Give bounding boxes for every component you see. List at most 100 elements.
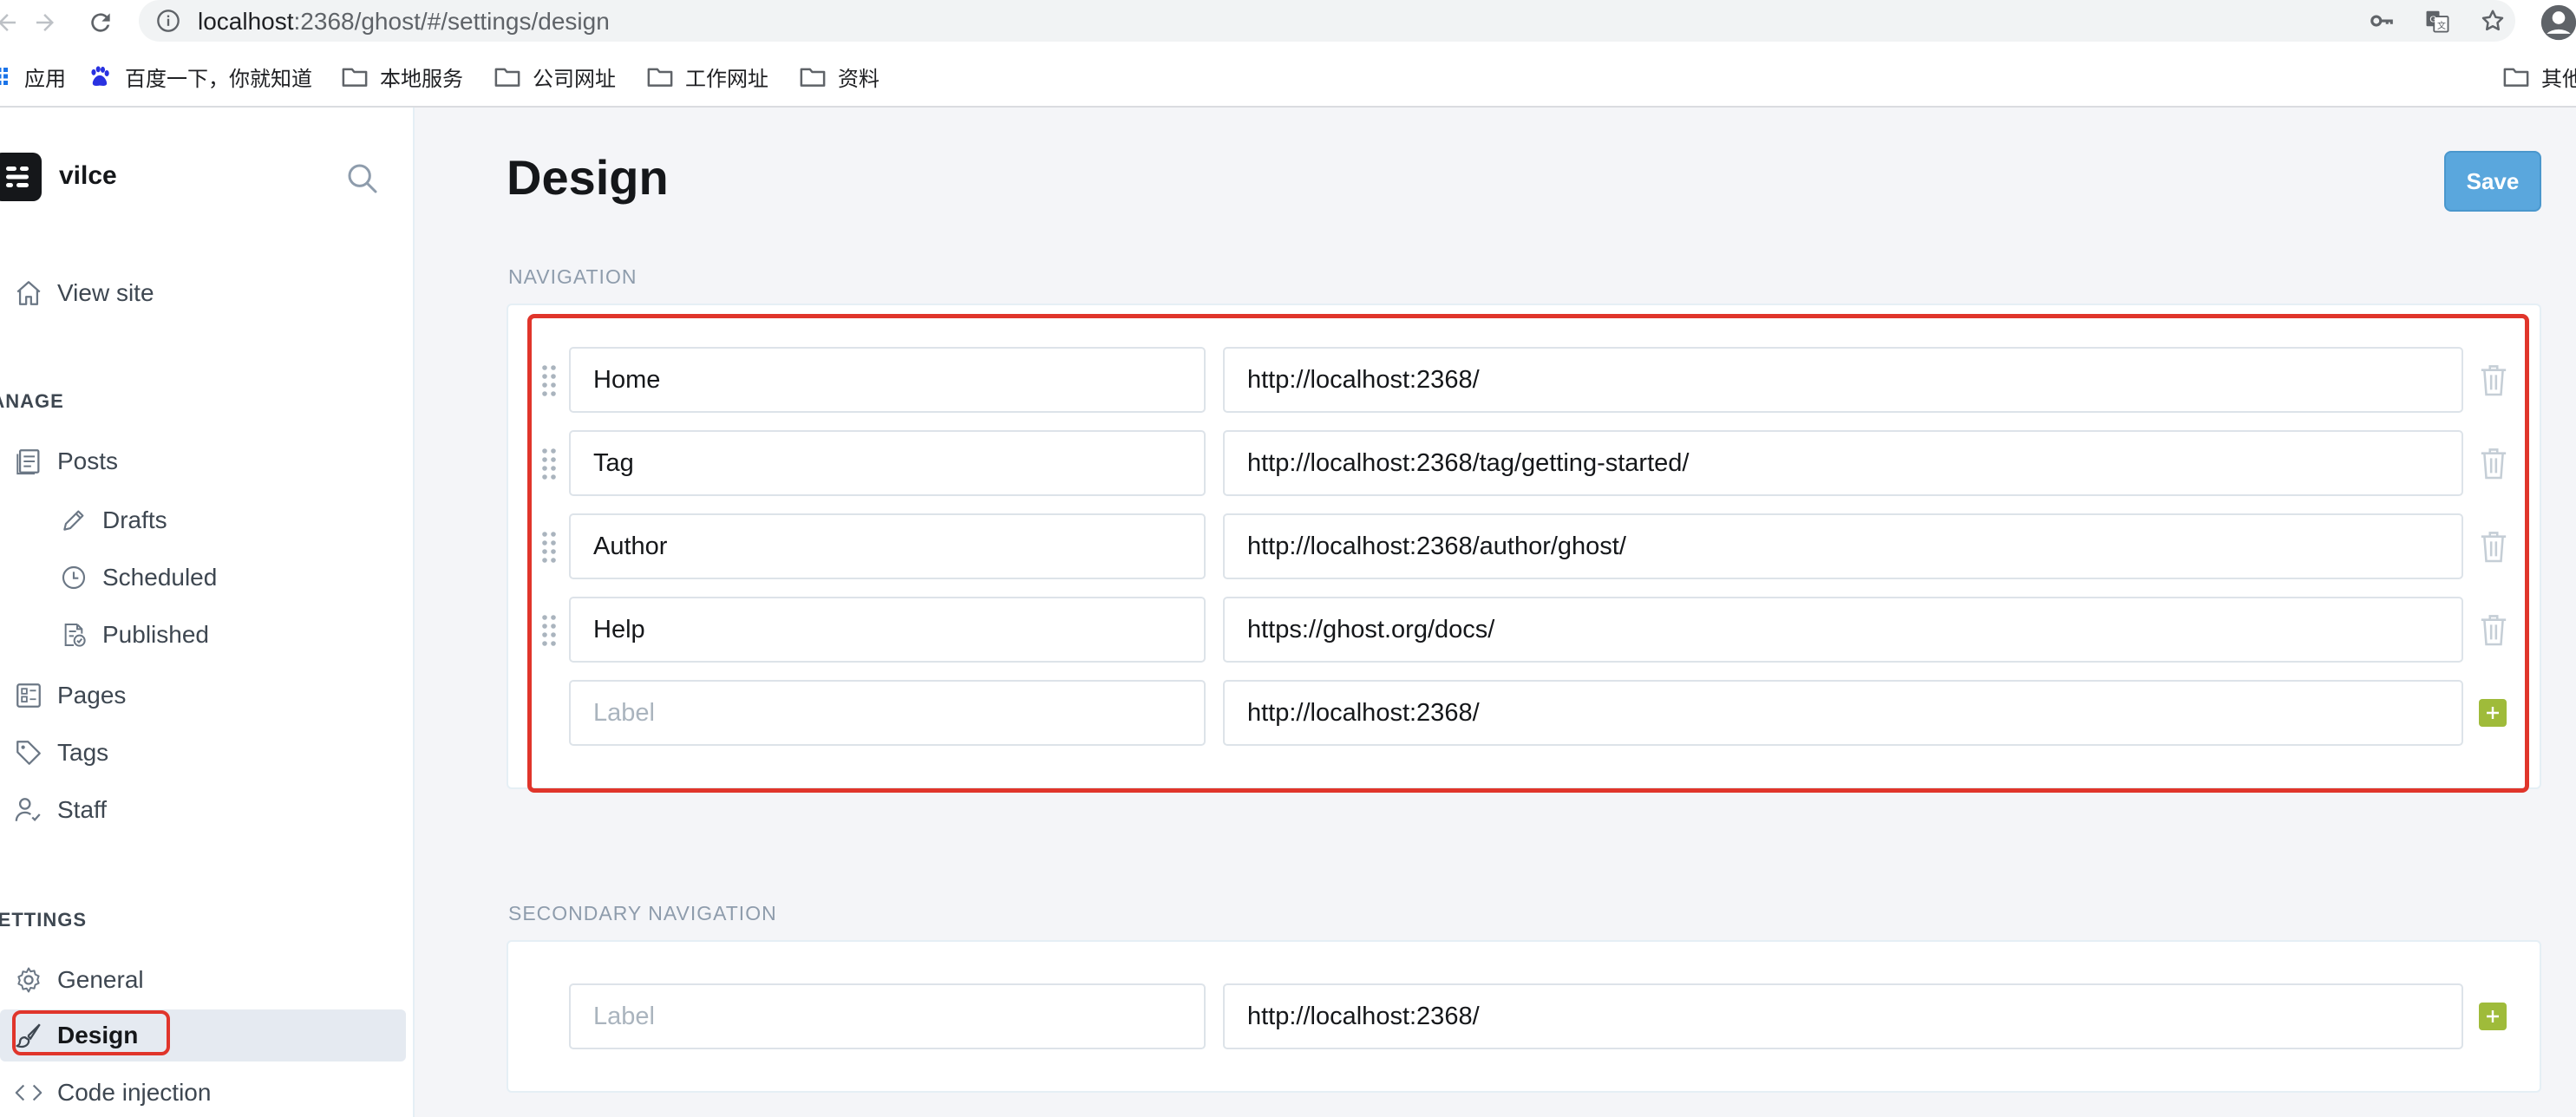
settings-heading: SETTINGS — [0, 909, 88, 931]
sidebar-item-label: Scheduled — [102, 564, 218, 591]
plus-icon — [2487, 1010, 2499, 1022]
sidebar-item-view-site[interactable]: View site — [0, 267, 406, 319]
bookmark-label: 公司网址 — [533, 67, 616, 91]
sidebar-item-published[interactable]: Published — [0, 609, 406, 661]
bookmark-label: 其他 — [2541, 67, 2576, 91]
nav-label-input[interactable]: Tag — [569, 430, 1206, 496]
sidebar-item-label: Published — [102, 621, 209, 648]
sidebar-item-label: Drafts — [102, 506, 167, 533]
site-info-icon[interactable] — [153, 5, 184, 36]
sidebar-item-drafts[interactable]: Drafts — [0, 494, 406, 546]
sidebar-item-code-injection[interactable]: Code injection — [0, 1067, 406, 1117]
url-host: localhost — [198, 8, 294, 35]
nav-url-input[interactable]: http://localhost:2368/tag/getting-starte… — [1223, 430, 2463, 496]
bookmark-local-services[interactable]: 本地服务 — [342, 60, 463, 93]
trash-icon[interactable] — [2479, 363, 2508, 397]
blog-logo-icon[interactable] — [0, 153, 42, 201]
drag-handle-icon[interactable] — [539, 444, 559, 482]
bookmark-apps[interactable]: 应用 — [0, 60, 66, 93]
plus-icon — [2487, 707, 2499, 719]
new-nav-url-input[interactable]: http://localhost:2368/ — [1223, 680, 2463, 746]
back-icon[interactable] — [0, 3, 26, 42]
bookmark-label: 资料 — [838, 67, 879, 91]
apps-icon — [0, 63, 12, 89]
home-icon — [12, 277, 45, 310]
bookmark-company-sites[interactable]: 公司网址 — [494, 60, 616, 93]
design-highlight-box — [12, 1010, 170, 1055]
bookmark-label: 工作网址 — [685, 67, 768, 91]
bookmarks-bar: 应用 百度一下，你就知道 本地服务 公司网址 工作网址 资料 其他 — [0, 45, 2576, 108]
bookmark-label: 应用 — [24, 67, 66, 91]
navigation-heading: NAVIGATION — [508, 265, 637, 288]
folder-icon — [647, 63, 673, 89]
staff-icon — [12, 794, 45, 826]
secondary-navigation-heading: SECONDARY NAVIGATION — [508, 902, 777, 924]
drag-handle-icon[interactable] — [539, 527, 559, 565]
bookmark-other[interactable]: 其他 — [2503, 60, 2576, 93]
bookmark-baidu[interactable]: 百度一下，你就知道 — [87, 60, 312, 93]
sidebar-item-label: Code injection — [57, 1079, 212, 1106]
nav-url-input[interactable]: http://localhost:2368/author/ghost/ — [1223, 513, 2463, 579]
bookmark-materials[interactable]: 资料 — [800, 60, 879, 93]
sidebar-item-label: View site — [57, 279, 154, 306]
bookmark-label: 百度一下，你就知道 — [125, 67, 312, 91]
sidebar-item-label: Staff — [57, 796, 108, 823]
add-nav-item-button[interactable] — [2479, 699, 2507, 727]
expand-caret-icon[interactable] — [0, 454, 3, 468]
add-secondary-nav-item-button[interactable] — [2479, 1003, 2507, 1030]
drag-handle-icon[interactable] — [539, 361, 559, 399]
folder-icon — [342, 63, 368, 89]
secondary-nav-url-input[interactable]: http://localhost:2368/ — [1223, 983, 2463, 1049]
sidebar-item-label: Pages — [57, 682, 127, 709]
trash-icon[interactable] — [2479, 612, 2508, 647]
nav-label-input[interactable]: Author — [569, 513, 1206, 579]
svg-text:文: 文 — [2437, 20, 2446, 31]
browser-toolbar: localhost:2368/ghost/#/settings/design G… — [0, 0, 2576, 45]
sidebar-item-label: General — [57, 966, 144, 993]
pencil-icon — [57, 504, 90, 537]
sidebar-item-posts[interactable]: Posts — [0, 435, 406, 487]
admin-sidebar: vilce View site MANAGE Posts Drafts Sche… — [0, 108, 415, 1117]
secondary-nav-label-input[interactable]: Label — [569, 983, 1206, 1049]
sidebar-item-label: Posts — [57, 447, 119, 474]
folder-icon — [2503, 63, 2529, 89]
url-path: :2368/ghost/#/settings/design — [293, 8, 610, 35]
nav-url-input[interactable]: https://ghost.org/docs/ — [1223, 597, 2463, 663]
url-text: localhost:2368/ghost/#/settings/design — [198, 8, 610, 36]
reload-icon[interactable] — [82, 3, 120, 42]
bookmark-label: 本地服务 — [380, 67, 463, 91]
search-icon[interactable] — [345, 161, 382, 198]
folder-icon — [800, 63, 826, 89]
translate-icon[interactable]: G文 — [2422, 5, 2453, 36]
svg-text:G: G — [2429, 15, 2436, 24]
forward-icon[interactable] — [26, 3, 64, 42]
sidebar-item-general[interactable]: General — [0, 954, 406, 1006]
manage-heading: MANAGE — [0, 390, 64, 412]
page-title: Design — [507, 150, 669, 205]
save-button[interactable]: Save — [2444, 151, 2541, 212]
blog-title[interactable]: vilce — [59, 161, 117, 191]
nav-label-input[interactable]: Help — [569, 597, 1206, 663]
baidu-paw-icon — [87, 63, 113, 89]
trash-icon[interactable] — [2479, 446, 2508, 480]
bookmark-star-icon[interactable] — [2477, 5, 2508, 36]
trash-icon[interactable] — [2479, 529, 2508, 564]
sidebar-item-staff[interactable]: Staff — [0, 784, 406, 836]
nav-url-input[interactable]: http://localhost:2368/ — [1223, 347, 2463, 413]
sidebar-item-label: Tags — [57, 739, 109, 766]
sidebar-item-tags[interactable]: Tags — [0, 727, 406, 779]
nav-label-input[interactable]: Home — [569, 347, 1206, 413]
address-bar[interactable]: localhost:2368/ghost/#/settings/design G… — [139, 0, 2515, 42]
new-nav-label-input[interactable]: Label — [569, 680, 1206, 746]
bookmark-work-sites[interactable]: 工作网址 — [647, 60, 768, 93]
sidebar-item-scheduled[interactable]: Scheduled — [0, 552, 406, 604]
code-icon — [12, 1076, 45, 1109]
sidebar-item-pages[interactable]: Pages — [0, 670, 406, 722]
posts-icon — [12, 445, 45, 478]
key-icon[interactable] — [2366, 5, 2397, 36]
published-icon — [57, 618, 90, 651]
gear-icon — [12, 963, 45, 996]
drag-handle-icon[interactable] — [539, 611, 559, 649]
profile-avatar-icon[interactable] — [2540, 3, 2576, 42]
folder-icon — [494, 63, 520, 89]
